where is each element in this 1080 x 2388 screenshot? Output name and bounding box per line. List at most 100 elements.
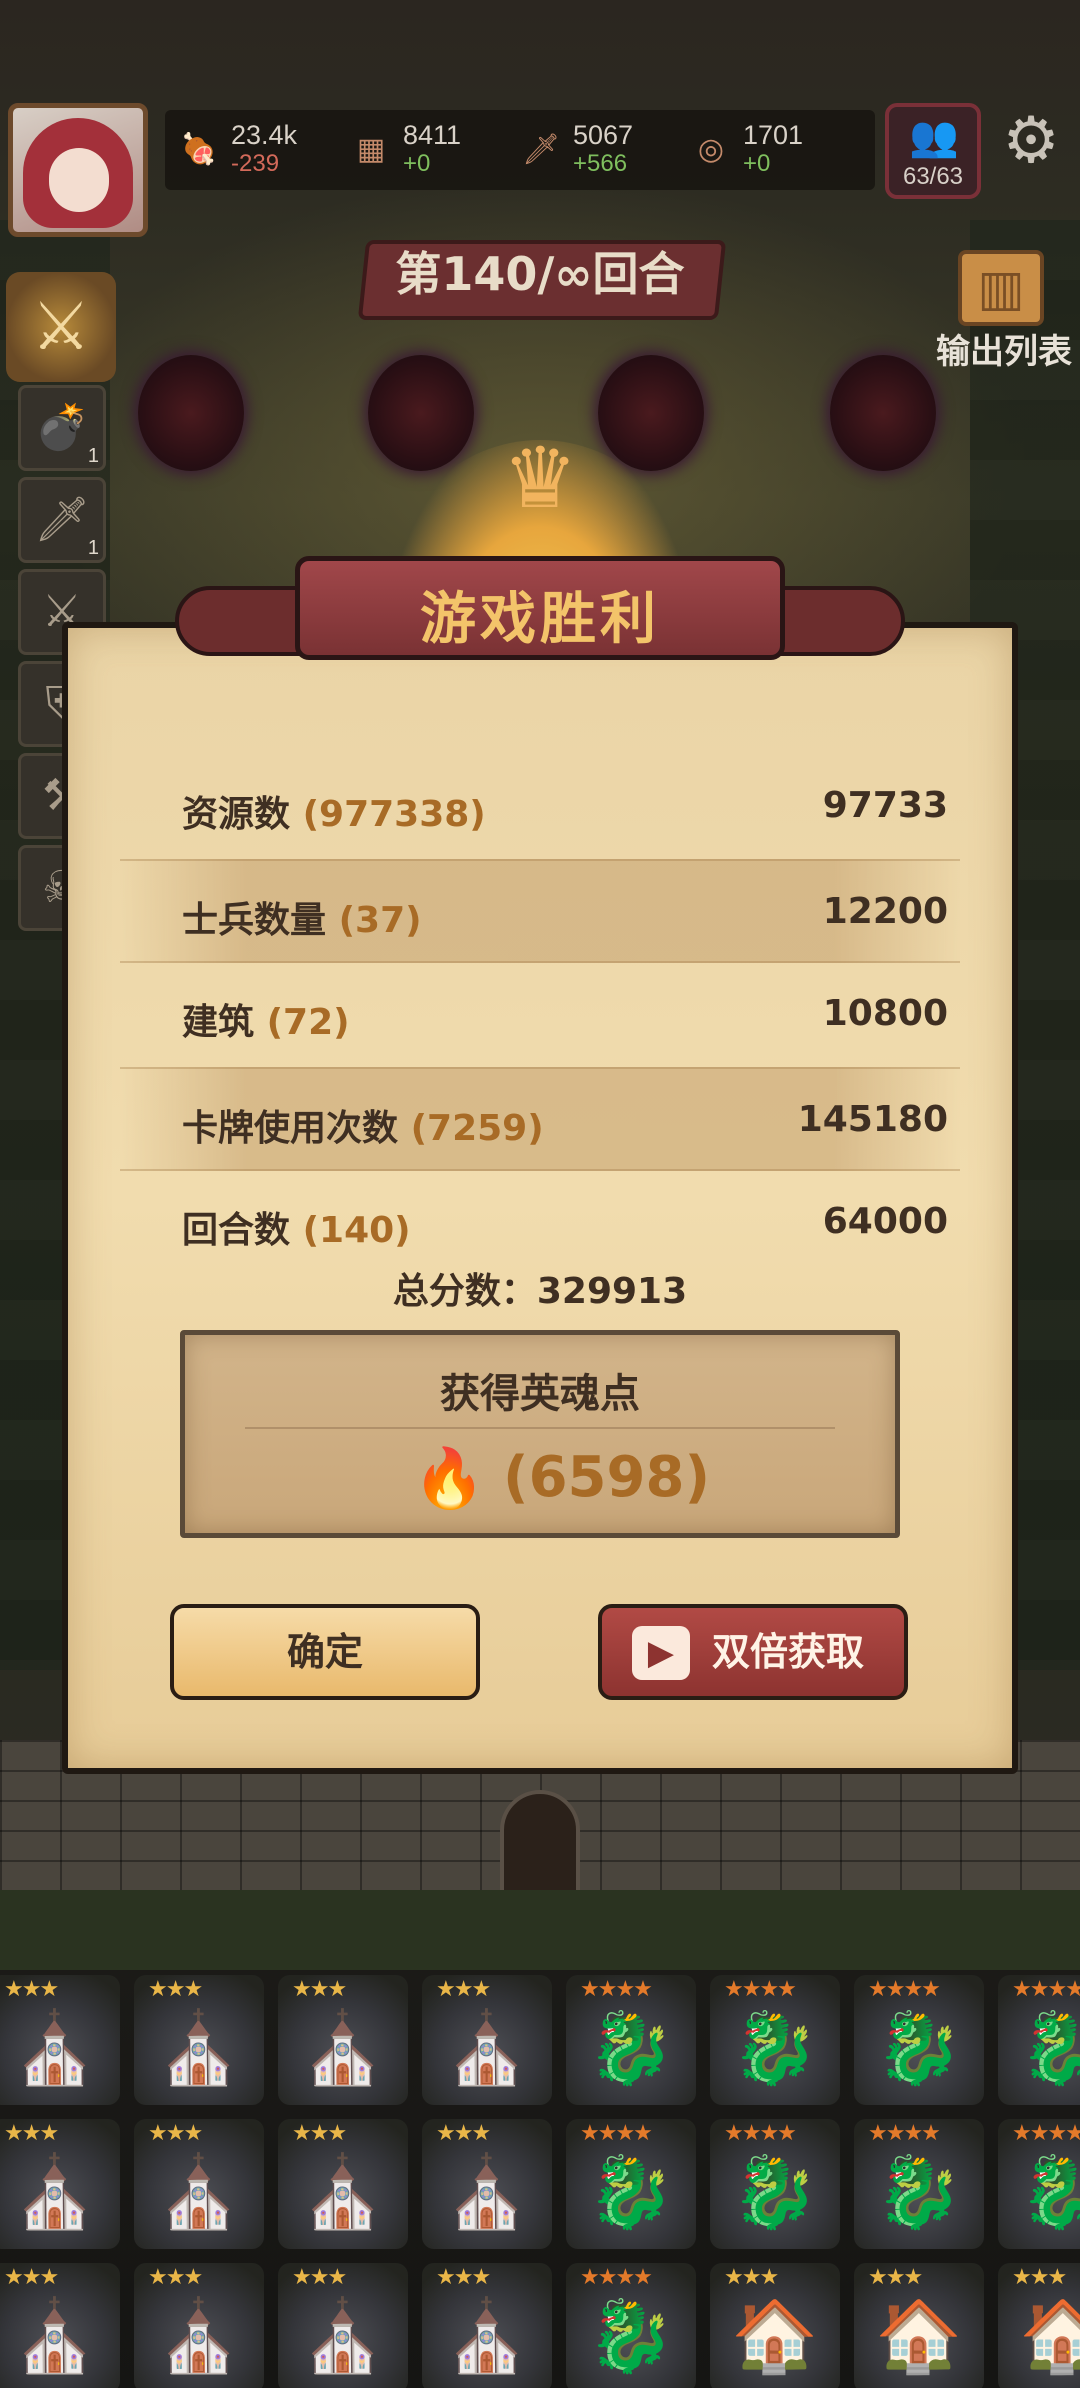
resource-meat: 🍖 23.4k -239: [180, 120, 298, 177]
coin-icon: ◎: [697, 132, 725, 167]
star-rating-icon: ★★★★: [868, 1977, 941, 2002]
star-rating-icon: ★★★★: [580, 2121, 653, 2146]
castle-card[interactable]: ★★★ ⛪: [134, 2263, 264, 2388]
cannon-icon: 💣: [34, 402, 90, 453]
castle-icon: ⛪: [155, 2007, 243, 2089]
star-rating-icon: ★★★: [868, 2265, 923, 2290]
total-score: 总分数：329913: [392, 1271, 688, 1312]
units-count: 63/63: [902, 163, 964, 190]
star-rating-icon: ★★★: [436, 1977, 491, 2002]
star-rating-icon: ★★★★: [1012, 2121, 1080, 2146]
dragon-card[interactable]: ★★★★ 🐉: [854, 2119, 984, 2249]
score-rows: 资源数 (977338) 97733 士兵数量 (37) 12200 建筑 (7…: [120, 755, 960, 1275]
row-value: 97733: [822, 785, 948, 826]
dragon-card[interactable]: ★★★★ 🐉: [998, 1975, 1080, 2105]
dragon-card[interactable]: ★★★★ 🐉: [566, 1975, 696, 2105]
round-label: 第140/∞回合: [395, 247, 685, 301]
castle-icon: ⛪: [11, 2007, 99, 2089]
castle-card[interactable]: ★★★ ⛪: [422, 2263, 552, 2388]
gear-icon[interactable]: ⚙: [995, 105, 1067, 177]
output-list-button[interactable]: ▥ 输出列表: [920, 250, 1080, 372]
star-rating-icon: ★★★★: [1012, 1977, 1080, 2002]
house-card[interactable]: ★★★ 🏠: [998, 2263, 1080, 2388]
portal: [830, 355, 936, 471]
score-row-resources: 资源数 (977338) 97733: [120, 755, 960, 859]
double-reward-button[interactable]: ▶ 双倍获取: [598, 1604, 908, 1700]
chest-icon: ▥: [958, 250, 1044, 326]
dragon-icon: 🐉: [587, 2295, 675, 2377]
row-label: 资源数: [182, 794, 291, 835]
star-rating-icon: ★★★: [4, 1977, 59, 2002]
star-rating-icon: ★★★★: [580, 2265, 653, 2290]
star-rating-icon: ★★★: [436, 2121, 491, 2146]
star-rating-icon: ★★★: [292, 2121, 347, 2146]
dragon-icon: 🐉: [731, 2007, 819, 2089]
resource-coin: ◎ 1701 +0: [685, 118, 855, 182]
house-card[interactable]: ★★★ 🏠: [710, 2263, 840, 2388]
avatar-face: [49, 148, 109, 212]
divider: [245, 1427, 835, 1429]
castle-icon: ⛪: [443, 2151, 531, 2233]
row-label: 士兵数量: [182, 900, 327, 941]
dragon-icon: 🐉: [587, 2007, 675, 2089]
castle-card[interactable]: ★★★ ⛪: [0, 2119, 120, 2249]
star-rating-icon: ★★★: [1012, 2265, 1067, 2290]
dragon-card[interactable]: ★★★★ 🐉: [854, 1975, 984, 2105]
meat-icon: 🍖: [180, 132, 218, 167]
resource-bar: 🍖 23.4k -239 ▦ 8411 +0 🗡 5067 +566 ◎ 170…: [165, 110, 875, 190]
resource-sword: 🗡 5067 +566: [521, 120, 634, 177]
castle-icon: ⛪: [299, 2151, 387, 2233]
dragon-card[interactable]: ★★★★ 🐉: [710, 2119, 840, 2249]
sword-emblem-icon[interactable]: ⚔: [6, 272, 116, 382]
score-row-buildings: 建筑 (72) 10800: [120, 963, 960, 1067]
resource-wood: ▦ 8411 +0: [345, 118, 515, 182]
dragon-card[interactable]: ★★★★ 🐉: [566, 2119, 696, 2249]
dragon-card[interactable]: ★★★★ 🐉: [710, 1975, 840, 2105]
castle-icon: ⛪: [443, 2295, 531, 2377]
grass-strip: [0, 1890, 1080, 1970]
soul-heading: 获得英魂点: [440, 1371, 640, 1417]
dragon-card[interactable]: ★★★★ 🐉: [566, 2263, 696, 2388]
castle-icon: ⛪: [299, 2007, 387, 2089]
confirm-button[interactable]: 确定: [170, 1604, 480, 1700]
castle-card[interactable]: ★★★ ⛪: [134, 1975, 264, 2105]
sword-resource-icon: 🗡: [521, 132, 561, 167]
castle-icon: ⛪: [443, 2007, 531, 2089]
row-qty: (72): [266, 1002, 350, 1043]
dragon-card[interactable]: ★★★★ 🐉: [998, 2119, 1080, 2249]
castle-card[interactable]: ★★★ ⛪: [0, 2263, 120, 2388]
score-row-rounds: 回合数 (140) 64000: [120, 1171, 960, 1275]
castle-card[interactable]: ★★★ ⛪: [134, 2119, 264, 2249]
side-item-cannon[interactable]: 💣 1: [18, 385, 106, 471]
card-grid: ★★★ ⛪ ★★★ ⛪ ★★★ ⛪ ★★★ ⛪ ★★★★ 🐉 ★★★★ 🐉 ★★★★ 🐉 ★★★★ 🐉 ★★★ ⛪…: [0, 1975, 1080, 2388]
output-list-label: 输出列表: [936, 332, 1072, 372]
star-rating-icon: ★★★: [724, 2265, 779, 2290]
castle-card[interactable]: ★★★ ⛪: [422, 1975, 552, 2105]
castle-card[interactable]: ★★★ ⛪: [0, 1975, 120, 2105]
soul-flame-icon: 🔥: [413, 1444, 486, 1512]
castle-icon: ⛪: [155, 2295, 243, 2377]
castle-card[interactable]: ★★★ ⛪: [422, 2119, 552, 2249]
double-reward-label: 双倍获取: [711, 1630, 864, 1674]
star-rating-icon: ★★★: [148, 2121, 203, 2146]
dragon-icon: 🐉: [875, 2007, 963, 2089]
star-rating-icon: ★★★★: [724, 1977, 797, 2002]
side-item-dagger[interactable]: 🗡 1: [18, 477, 106, 563]
house-card[interactable]: ★★★ 🏠: [854, 2263, 984, 2388]
title-ribbon: 游戏胜利: [175, 556, 905, 676]
people-icon: 👥: [909, 114, 959, 160]
castle-gate: [500, 1790, 580, 1900]
units-button[interactable]: 👥 63/63: [885, 103, 981, 199]
castle-card[interactable]: ★★★ ⛪: [278, 2119, 408, 2249]
row-label: 建筑: [182, 1002, 255, 1043]
star-rating-icon: ★★★: [4, 2265, 59, 2290]
row-qty: (7259): [410, 1108, 544, 1149]
star-rating-icon: ★★★: [292, 1977, 347, 2002]
player-avatar[interactable]: [8, 103, 148, 237]
castle-icon: ⛪: [155, 2151, 243, 2233]
castle-card[interactable]: ★★★ ⛪: [278, 1975, 408, 2105]
castle-card[interactable]: ★★★ ⛪: [278, 2263, 408, 2388]
house-icon: 🏠: [731, 2295, 819, 2377]
soul-amount: (6598): [503, 1445, 711, 1510]
score-row-soldiers: 士兵数量 (37) 12200: [120, 859, 960, 963]
